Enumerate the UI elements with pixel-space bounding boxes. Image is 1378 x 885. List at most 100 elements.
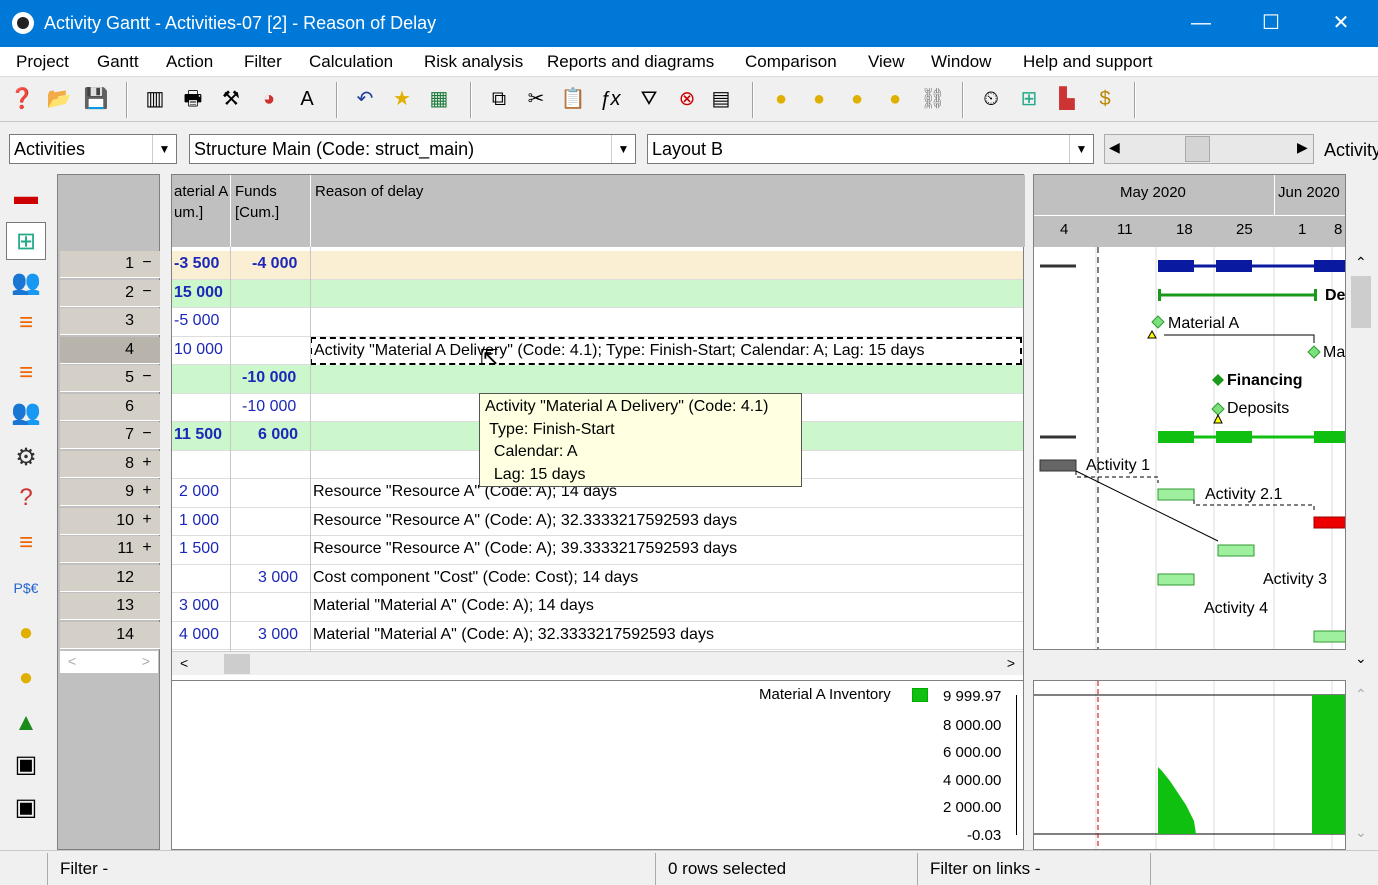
row-header[interactable]: 7− [60, 422, 160, 449]
excel-icon[interactable]: ▦ [424, 84, 454, 114]
columns-icon[interactable]: ▥ [140, 84, 170, 114]
clear-filter-icon[interactable]: ⊗ [672, 84, 702, 114]
person-icon[interactable]: ● [804, 84, 834, 114]
structure-tree-icon[interactable]: ⊞ [6, 222, 46, 260]
tree-bars-icon[interactable]: ≡ [6, 354, 46, 392]
expand-toggle[interactable]: + [138, 454, 156, 472]
filter-icon[interactable]: ⛛ [634, 84, 664, 114]
row-header[interactable]: 6 [60, 393, 160, 421]
scroll-thumb[interactable] [1185, 136, 1210, 162]
calendar-icon[interactable]: ▣ [6, 746, 46, 784]
run-icon[interactable]: ● [766, 84, 796, 114]
grid-icon[interactable]: ▤ [706, 84, 736, 114]
scroll-thumb[interactable] [224, 654, 250, 674]
menu-risk-analysis[interactable]: Risk analysis [424, 52, 523, 72]
menu-project[interactable]: Project [16, 52, 69, 72]
people-coin-icon[interactable]: ● [6, 614, 46, 652]
expand-toggle[interactable]: + [138, 482, 156, 500]
team-icon[interactable]: 👥 [6, 394, 46, 432]
resource-people-icon[interactable]: 👥 [6, 264, 46, 302]
menu-reports[interactable]: Reports and diagrams [547, 52, 714, 72]
structure-select[interactable]: Structure Main (Code: struct_main) ▼ [189, 134, 636, 164]
row-header[interactable]: 14 [60, 621, 160, 649]
reason-cell-editing[interactable]: Activity "Material A Delivery" (Code: 4.… [310, 336, 1022, 365]
column-header-funds[interactable]: Funds [Cum.] [235, 181, 279, 223]
row-header[interactable]: 10 + [60, 507, 160, 535]
collapse-toggle[interactable]: − [138, 283, 156, 301]
row-header-selected[interactable]: 4 [60, 336, 160, 364]
font-icon[interactable]: A [292, 84, 322, 114]
bars-icon[interactable]: ≡ [6, 304, 46, 342]
undo-icon[interactable]: ↶ [350, 84, 380, 114]
layout-select[interactable]: Layout B ▼ [647, 134, 1094, 164]
column-icon[interactable]: ● [880, 84, 910, 114]
paste-icon[interactable]: 📋 [558, 84, 588, 114]
link-icon[interactable]: ⛓ [918, 84, 948, 114]
cut-icon[interactable]: ✂ [521, 84, 551, 114]
column-header-material[interactable]: aterial A um.] [174, 181, 228, 223]
materials-icon[interactable]: ≡ [6, 524, 46, 562]
row-header[interactable]: 5− [60, 365, 160, 392]
chart-vscroll[interactable]: ⌃ ⌄ [1346, 680, 1376, 850]
expand-toggle[interactable]: + [138, 511, 156, 529]
schedule-icon[interactable]: ⏲ [976, 84, 1006, 114]
table-row[interactable]: 1 000 Resource "Resource A" (Code: A); 32… [172, 508, 1023, 536]
row-header-hscroll[interactable]: < > [60, 651, 158, 673]
scroll-right-icon[interactable]: ▶ [1297, 139, 1308, 156]
row-header[interactable]: 13 [60, 593, 160, 620]
table-row[interactable]: 10 000 Activity "Material A Delivery" (C… [172, 336, 1023, 365]
blocks-icon[interactable]: ▙ [1052, 84, 1082, 114]
machine-icon[interactable]: ⚙ [6, 439, 46, 477]
table-row[interactable]: 15 000 [172, 279, 1023, 308]
save-icon[interactable]: 💾 [81, 84, 111, 114]
row-header[interactable]: 2− [60, 279, 160, 307]
grid-hscroll[interactable]: < > [172, 651, 1023, 675]
gantt-chart[interactable]: May 2020 Jun 2020 4 11 18 25 1 8 De Mate… [1033, 174, 1346, 650]
collapse-toggle[interactable]: − [138, 254, 156, 272]
scroll-thumb[interactable] [1351, 276, 1371, 328]
menu-gantt[interactable]: Gantt [97, 52, 139, 72]
scroll-up-icon[interactable]: ⌃ [1355, 686, 1367, 703]
money-icon[interactable]: $ [1090, 84, 1120, 114]
menu-help[interactable]: Help and support [1023, 52, 1152, 72]
gantt-vscroll[interactable]: ⌃ ⌄ [1346, 250, 1376, 675]
maximize-button[interactable]: ☐ [1236, 0, 1306, 47]
table-row[interactable]: -5 000 [172, 308, 1023, 337]
minimize-button[interactable]: — [1166, 0, 1236, 47]
scroll-down-icon[interactable]: ⌄ [1355, 650, 1367, 667]
table-row[interactable]: 1 500 Resource "Resource A" (Code: A); 39… [172, 536, 1023, 565]
table-row[interactable]: 4 000 3 000 Material "Material A" (Code: A… [172, 622, 1023, 650]
collapse-toggle[interactable]: − [138, 425, 156, 443]
row-header[interactable]: 12 [60, 564, 160, 592]
calendar-clock-icon[interactable]: ▣ [6, 789, 46, 827]
table-row[interactable]: -3 500 -4 000 [172, 251, 1023, 280]
function-icon[interactable]: ƒx [595, 84, 625, 114]
chevron-down-icon[interactable]: ▼ [1069, 135, 1093, 163]
menu-filter[interactable]: Filter [244, 52, 282, 72]
scroll-left-icon[interactable]: < [180, 655, 188, 671]
scroll-left-icon[interactable]: ◀ [1109, 139, 1120, 156]
view-select[interactable]: Activities ▼ [9, 134, 177, 164]
currency-icon[interactable]: P$€ [6, 569, 46, 607]
menu-window[interactable]: Window [931, 52, 991, 72]
timeline-scrollbar[interactable]: ◀ ▶ [1104, 134, 1314, 164]
hourglass-icon[interactable]: ● [842, 84, 872, 114]
menu-view[interactable]: View [868, 52, 905, 72]
table-row[interactable]: -10 000 [172, 365, 1023, 394]
column-header-reason[interactable]: Reason of delay [315, 181, 423, 202]
row-header[interactable]: 1− [60, 251, 160, 278]
help-icon[interactable]: ❓ [7, 84, 37, 114]
table-row[interactable]: 3 000 Cost component "Cost" (Code: Cost);… [172, 565, 1023, 593]
row-header[interactable]: 8 + [60, 450, 160, 478]
print-icon[interactable]: 🖶 [178, 84, 208, 114]
scroll-up-icon[interactable]: ⌃ [1355, 254, 1367, 271]
chevron-down-icon[interactable]: ▼ [152, 135, 176, 163]
resource-query-icon[interactable]: ? [6, 479, 46, 517]
row-header[interactable]: 9 + [60, 479, 160, 506]
scroll-down-icon[interactable]: ⌄ [1355, 824, 1367, 841]
money-coin-icon[interactable]: ● [6, 659, 46, 697]
copy-icon[interactable]: ⧉ [484, 84, 514, 114]
close-button[interactable]: ✕ [1306, 0, 1376, 47]
row-header[interactable]: 11 + [60, 536, 160, 563]
hierarchy-icon[interactable]: ⊞ [1014, 84, 1044, 114]
